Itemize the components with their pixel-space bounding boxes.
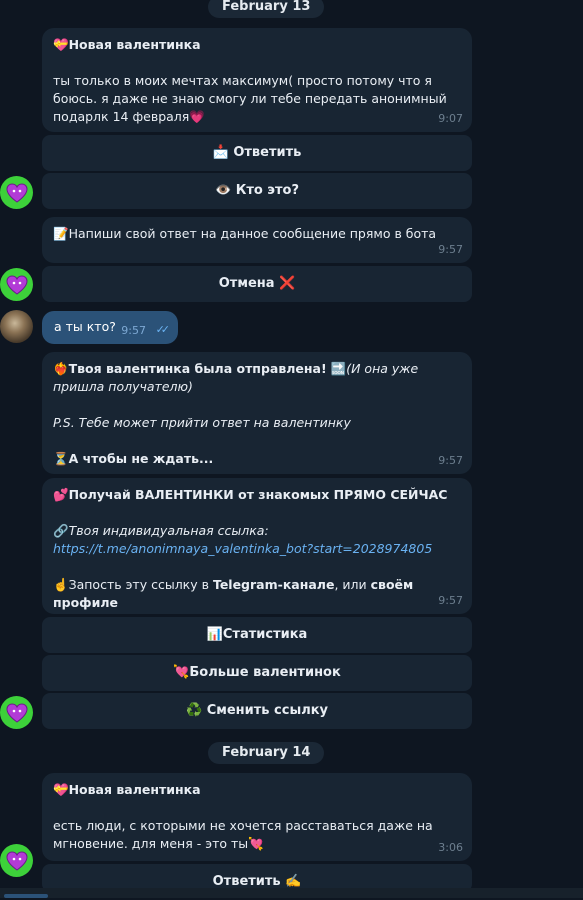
pointing-up-emoji: ☝️ (53, 577, 69, 592)
referral-link[interactable]: https://t.me/anonimnaya_valentinka_bot?s… (53, 541, 432, 556)
message-text: а ты кто? (54, 319, 116, 334)
message-text: есть люди, с которыми не хочется расстав… (53, 818, 433, 851)
message-time: 9:57 (121, 324, 146, 337)
reply-button[interactable]: 📩 Ответить (42, 135, 472, 171)
more-valentines-label: Больше валентинок (189, 665, 341, 680)
message-title: Новая валентинка (68, 782, 201, 797)
heart-icon (5, 182, 28, 203)
two-hearts-emoji: 💕 (53, 487, 69, 502)
message-time: 3:06 (438, 841, 463, 854)
input-area-edge (0, 888, 583, 898)
incoming-message-valentine-2: 💝Новая валентинка есть люди, с которыми … (42, 773, 472, 861)
memo-emoji: 📝 (53, 226, 69, 241)
hint-bold-channel: Telegram-канале (212, 577, 335, 592)
hint-text-mid: , или (334, 577, 371, 592)
message-title: Новая валентинка (68, 37, 201, 52)
cancel-button[interactable]: Отмена ❌ (42, 266, 472, 302)
double-check-icon: ✓✓ (155, 323, 171, 336)
incoming-message-prompt: 📝Напиши свой ответ на данное сообщение п… (42, 217, 472, 263)
envelope-icon: 📩 (212, 145, 229, 160)
date-label: February 14 (222, 745, 311, 760)
incoming-message-link: 💕Получай ВАЛЕНТИНКИ от знакомых ПРЯМО СЕ… (42, 478, 472, 614)
message-title: Твоя валентинка была отправлена! (68, 361, 327, 376)
incoming-message-valentine-1: 💝Новая валентинка ты только в моих мечта… (42, 28, 472, 132)
heart-arrow-emoji: 💘 (248, 836, 264, 851)
message-title: Получай ВАЛЕНТИНКИ от знакомых ПРЯМО СЕЙ… (68, 487, 448, 502)
message-ps: P.S. Тебе может прийти ответ на валентин… (53, 415, 351, 430)
bar-chart-icon: 📊 (206, 627, 223, 642)
eye-icon: 👁️ (214, 183, 232, 198)
bot-avatar[interactable] (0, 696, 33, 729)
attach-tab[interactable] (4, 894, 48, 898)
message-time: 9:57 (438, 594, 463, 607)
incoming-message-sent-confirmation: ❤️‍🔥Твоя валентинка была отправлена! 🔜(И… (42, 352, 472, 474)
message-time: 9:57 (438, 454, 463, 467)
change-link-button[interactable]: ♻️ Сменить ссылку (42, 693, 472, 729)
soon-arrow-emoji: 🔜 (330, 361, 347, 376)
heart-icon (5, 274, 28, 295)
link-label: Твоя индивидуальная ссылка: (68, 523, 269, 538)
gift-heart-emoji: 💝 (53, 37, 69, 52)
statistics-button[interactable]: 📊Статистика (42, 617, 472, 653)
user-avatar[interactable] (0, 310, 33, 343)
hint-text: Запость эту ссылку в (68, 577, 213, 592)
cross-icon: ❌ (279, 276, 296, 291)
who-is-it-button[interactable]: 👁️ Кто это? (42, 173, 472, 209)
message-time: 9:57 (438, 243, 463, 256)
reply-button-label: Ответить (233, 145, 302, 160)
outgoing-message: а ты кто? 9:57 ✓✓ (42, 311, 178, 344)
date-separator-feb14: February 14 (208, 742, 325, 764)
bot-avatar[interactable] (0, 268, 33, 301)
bot-avatar[interactable] (0, 844, 33, 877)
link-emoji: 🔗 (53, 523, 69, 538)
gift-heart-emoji: 💝 (53, 782, 69, 797)
date-label: February 13 (222, 0, 311, 14)
message-text: Напиши свой ответ на данное сообщение пр… (68, 226, 437, 241)
message-time: 9:07 (438, 112, 463, 125)
heart-on-fire-emoji: ❤️‍🔥 (53, 361, 69, 376)
pink-heart-emoji: 💗 (189, 109, 205, 124)
message-text: ты только в моих мечтах максимум( просто… (53, 73, 447, 124)
who-is-it-label: Кто это? (235, 183, 300, 198)
recycle-icon: ♻️ (185, 703, 203, 718)
message-wait: А чтобы не ждать... (68, 451, 214, 466)
heart-icon (5, 702, 28, 723)
reply-button-label: Ответить (212, 874, 281, 889)
more-valentines-button[interactable]: 💘Больше валентинок (42, 655, 472, 691)
date-separator-feb13: February 13 (208, 0, 325, 18)
change-link-label: Сменить ссылку (206, 703, 329, 718)
heart-icon (5, 850, 28, 871)
statistics-label: Статистика (222, 627, 308, 642)
bot-avatar[interactable] (0, 176, 33, 209)
heart-arrow-icon: 💘 (173, 665, 190, 680)
cancel-label: Отмена (218, 276, 275, 291)
hourglass-emoji: ⏳ (53, 451, 69, 466)
